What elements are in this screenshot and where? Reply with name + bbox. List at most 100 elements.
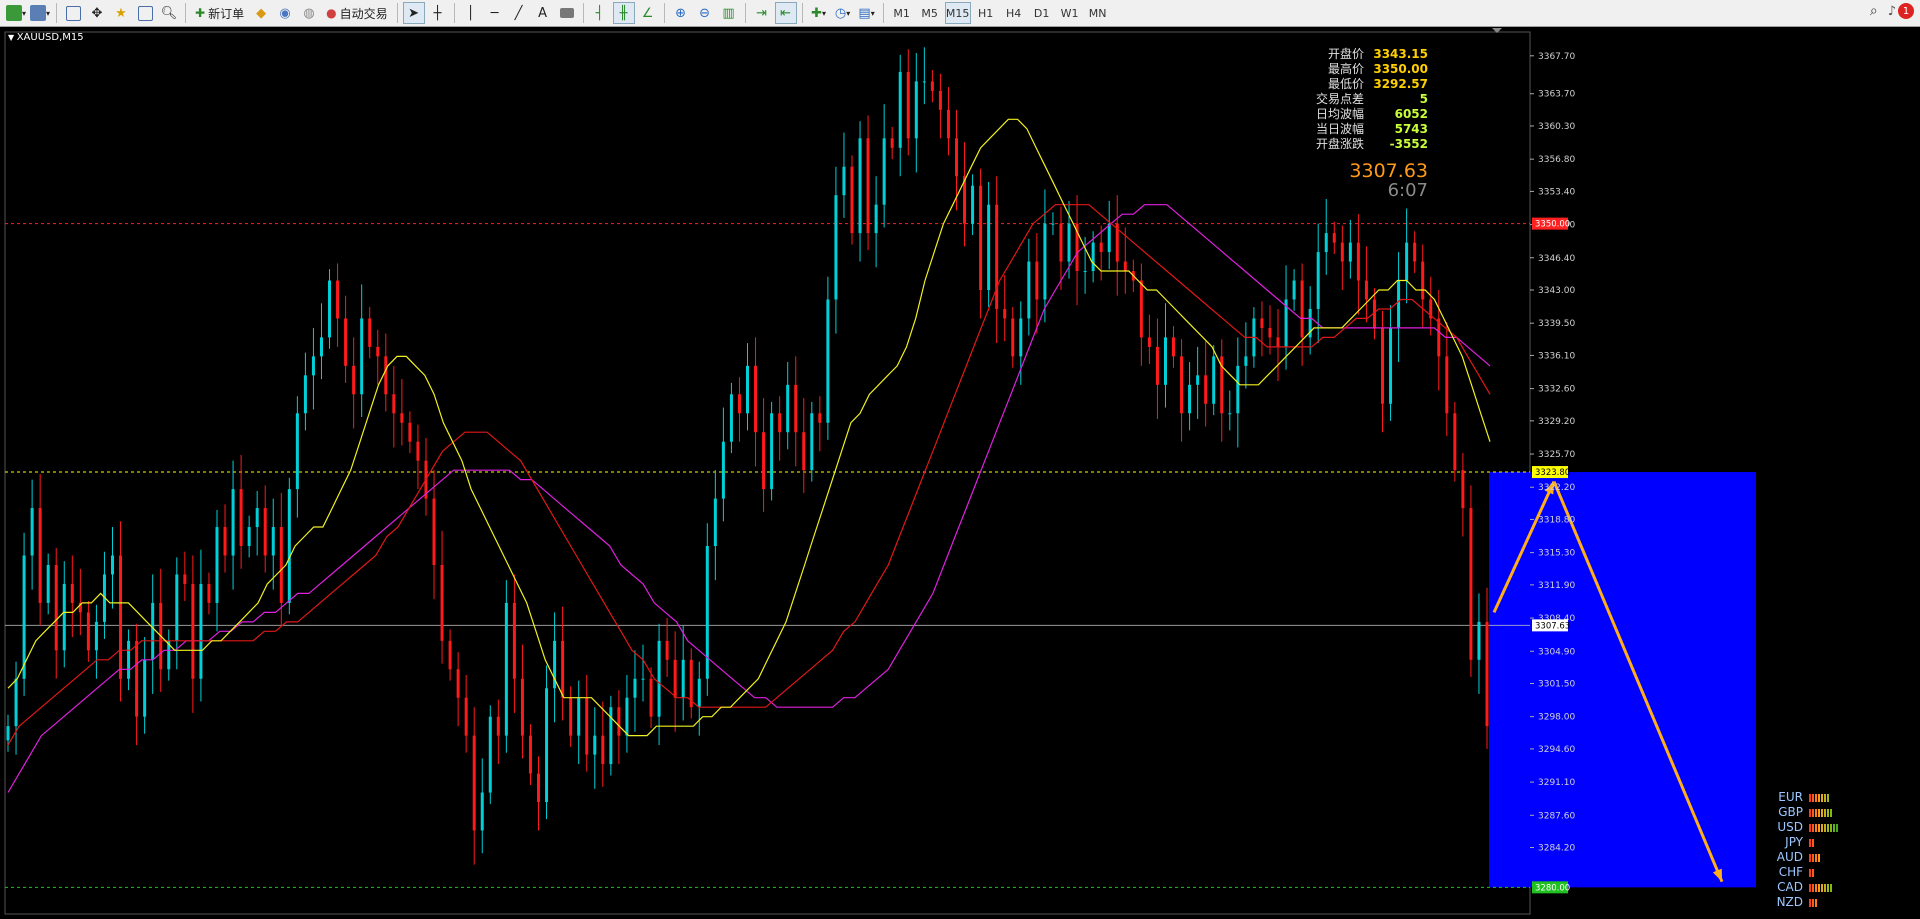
- vertical-line-button[interactable]: │: [460, 2, 482, 24]
- candle-body: [1003, 308, 1007, 319]
- autoscroll-icon: ⇥: [756, 5, 768, 21]
- y-tick-label: 3367.70: [1538, 52, 1575, 62]
- new-order-button[interactable]: ✚ 新订单: [191, 2, 248, 24]
- strength-bar: [1827, 793, 1829, 802]
- trendline-button[interactable]: ╱: [508, 2, 530, 24]
- timeframe-h4-button[interactable]: H4: [1001, 2, 1027, 24]
- zoom-out-button[interactable]: ⊖: [694, 2, 716, 24]
- indicators-button[interactable]: ✚ ▾: [808, 2, 830, 24]
- candle-body: [585, 697, 589, 755]
- candle-body: [593, 735, 597, 755]
- price-chart[interactable]: 3367.703363.703360.303356.803353.403349.…: [0, 28, 1920, 919]
- candle-body: [295, 413, 299, 490]
- navigator-button[interactable]: ★: [110, 2, 132, 24]
- stats-panel: 开盘价 3343.15 最高价 3350.00 最低价 3292.57 交易点差 5 日均波幅 6…: [1316, 47, 1428, 152]
- crosshair-icon: ┼: [433, 5, 442, 21]
- periods-button[interactable]: ◷ ▾: [832, 2, 854, 24]
- candle-body: [1019, 318, 1023, 357]
- candle-body: [1292, 280, 1296, 300]
- stat-row: 开盘价 3343.15: [1316, 47, 1428, 62]
- profiles-button[interactable]: ▾: [29, 2, 51, 24]
- candle-body: [1212, 356, 1216, 404]
- candle-body: [729, 394, 733, 442]
- currency-row: CHF: [1771, 865, 1838, 880]
- candle-body: [336, 280, 340, 319]
- y-tick-label: 3287.60: [1538, 811, 1575, 821]
- strength-bar: [1812, 853, 1814, 862]
- candle-body: [1204, 375, 1208, 404]
- candle-body: [1453, 413, 1457, 471]
- candle-body: [1364, 280, 1368, 300]
- candle-body: [1099, 242, 1103, 253]
- currency-strength-bars: [1809, 868, 1814, 877]
- new-chart-button[interactable]: ▾: [5, 2, 27, 24]
- toolbar-separator: [744, 3, 746, 23]
- magnifier-doc-icon: 🔍︎: [160, 5, 178, 21]
- candle-body: [432, 498, 436, 565]
- cursor-icon: ➤: [408, 5, 420, 21]
- signals-button[interactable]: ◉: [274, 2, 296, 24]
- candle-body: [882, 138, 886, 205]
- currency-row: NZD: [1771, 895, 1838, 910]
- candle-body: [1244, 356, 1248, 366]
- strategy-tester-button[interactable]: 🔍︎: [158, 2, 180, 24]
- candle-body: [183, 574, 187, 584]
- timeframe-m1-button[interactable]: M1: [889, 2, 915, 24]
- star-icon: ★: [115, 5, 127, 21]
- candle-body: [215, 527, 219, 603]
- cursor-tool-button[interactable]: ➤: [402, 2, 425, 24]
- candle-body: [1485, 621, 1489, 727]
- tile-icon: ▥: [722, 5, 735, 21]
- label-tool-button[interactable]: [556, 2, 578, 24]
- strength-bar: [1827, 883, 1829, 892]
- timeframe-m15-button[interactable]: M15: [944, 2, 971, 24]
- timeframe-w1-button[interactable]: W1: [1057, 2, 1083, 24]
- chart-shift-button[interactable]: ⇤: [774, 2, 797, 24]
- line-chart-button[interactable]: ∠: [637, 2, 659, 24]
- currency-name: USD: [1777, 820, 1803, 834]
- timeframe-d1-button[interactable]: D1: [1029, 2, 1055, 24]
- search-icon[interactable]: ⌕: [1870, 3, 1878, 19]
- candle-body: [721, 441, 725, 499]
- toolbar-separator: [882, 3, 884, 23]
- candle-body: [135, 640, 139, 717]
- notifications[interactable]: ♪ 1: [1888, 3, 1914, 19]
- candle-body: [1139, 280, 1143, 338]
- candle-body: [713, 498, 717, 547]
- market-watch-button[interactable]: [62, 2, 84, 24]
- terminal-button[interactable]: [134, 2, 156, 24]
- zoom-in-button[interactable]: ⊕: [670, 2, 692, 24]
- candle-body: [1300, 280, 1304, 338]
- bar-chart-button[interactable]: ┤: [589, 2, 611, 24]
- y-tick-label: 3322.20: [1538, 483, 1575, 493]
- candlestick-button[interactable]: ╫: [612, 2, 635, 24]
- crosshair-tool-button[interactable]: ┼: [427, 2, 449, 24]
- text-tool-button[interactable]: A: [532, 2, 554, 24]
- timeframe-m5-button[interactable]: M5: [917, 2, 943, 24]
- candle-body: [472, 735, 476, 831]
- candle-body: [601, 735, 605, 765]
- candle-body: [922, 81, 926, 83]
- timeframe-mn-button[interactable]: MN: [1085, 2, 1111, 24]
- candle-body: [6, 726, 10, 741]
- candle-body: [86, 612, 90, 651]
- market-button[interactable]: ◍: [298, 2, 320, 24]
- y-tick-label: 3329.20: [1538, 417, 1575, 427]
- timeframe-h1-button[interactable]: H1: [973, 2, 999, 24]
- metaeditor-button[interactable]: ◆: [250, 2, 272, 24]
- strength-bar: [1818, 793, 1820, 802]
- candle-body: [480, 792, 484, 831]
- auto-trading-button[interactable]: ● 自动交易: [322, 2, 392, 24]
- editor-icon: ◆: [256, 5, 267, 21]
- strength-bar: [1809, 823, 1811, 832]
- chart-window[interactable]: ▼ XAUUSD,M15 3367.70 3363.70 3360.30 3356.8…: [0, 28, 1920, 919]
- templates-button[interactable]: ▤ ▾: [856, 2, 878, 24]
- autoscroll-button[interactable]: ⇥: [751, 2, 773, 24]
- candle-body: [625, 697, 629, 736]
- line-chart-icon: ∠: [641, 5, 654, 21]
- candle-body: [1413, 242, 1417, 262]
- data-window-button[interactable]: ✥: [86, 2, 108, 24]
- tile-windows-button[interactable]: ▥: [718, 2, 740, 24]
- y-tick-label: 3336.10: [1538, 351, 1575, 361]
- horizontal-line-button[interactable]: ─: [484, 2, 506, 24]
